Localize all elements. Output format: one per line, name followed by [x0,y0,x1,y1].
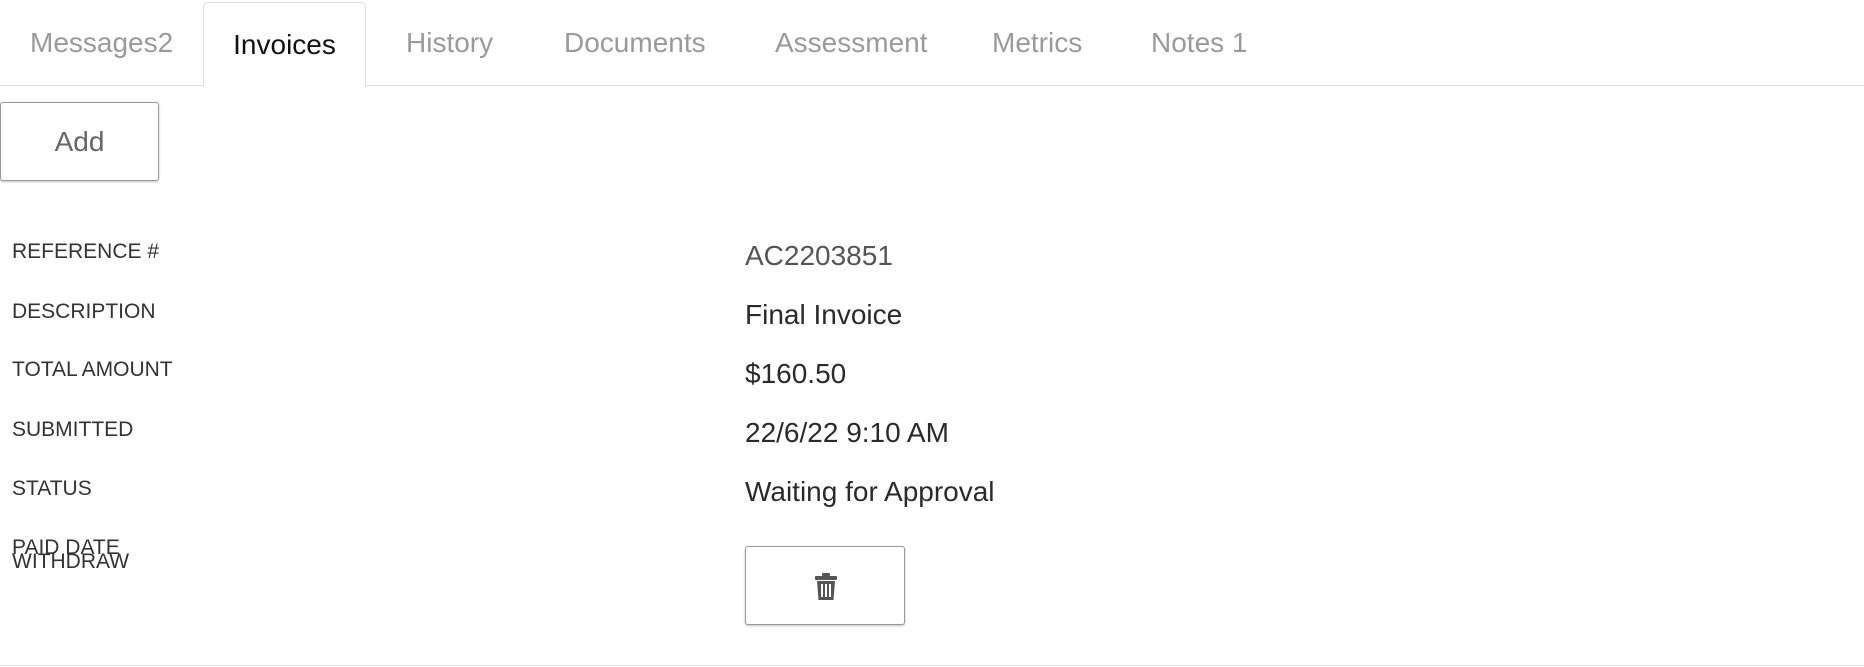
description-label: DESCRIPTION [12,300,156,323]
total-amount-value: $160.50 [745,358,847,389]
status-value: Waiting for Approval [745,476,995,507]
tab-assessment[interactable]: Assessment [775,0,928,86]
submitted-label: SUBMITTED [12,418,134,441]
tab-bar: Messages2 Invoices History Documents Ass… [0,0,1864,87]
tab-metrics[interactable]: Metrics [992,0,1082,86]
reference-label: REFERENCE # [12,240,160,263]
reference-value: AC2203851 [745,240,893,271]
tab-messages[interactable]: Messages2 [30,0,173,86]
status-label: STATUS [12,477,92,500]
submitted-value: 22/6/22 9:10 AM [745,417,949,448]
divider [0,665,1864,666]
description-value: Final Invoice [745,299,903,330]
withdraw-button[interactable] [745,546,905,625]
tab-documents[interactable]: Documents [564,0,706,86]
tab-history[interactable]: History [406,0,493,86]
trash-icon [815,573,837,600]
total-amount-label: TOTAL AMOUNT [12,358,173,381]
add-button[interactable]: Add [0,102,159,181]
tab-invoices[interactable]: Invoices [203,2,366,87]
tab-notes[interactable]: Notes 1 [1151,0,1248,86]
withdraw-label: WITHDRAW [12,550,130,573]
